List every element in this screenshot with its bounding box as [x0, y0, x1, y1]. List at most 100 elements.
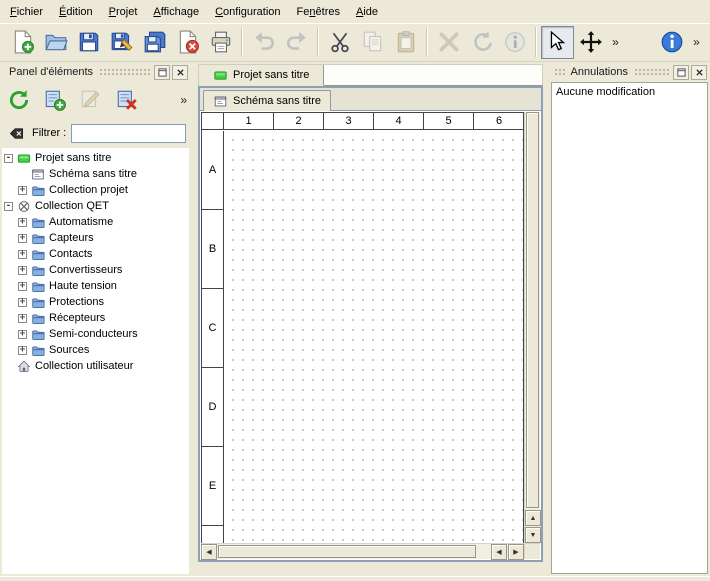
menu-windows[interactable]: Fenêtres [289, 0, 348, 23]
menu-edit[interactable]: Édition [51, 0, 101, 23]
tree-item-collection-utilisateur[interactable]: Collection utilisateur [2, 358, 189, 374]
schema-icon [213, 95, 228, 108]
save-as-button[interactable] [105, 26, 138, 59]
delete-element-button[interactable] [112, 85, 142, 115]
column-label-6: 6 [474, 113, 524, 129]
save-all-button[interactable] [138, 26, 171, 59]
plus-expander-icon[interactable]: + [18, 298, 27, 307]
elements-toolbar-overflow[interactable]: » [177, 93, 189, 107]
scissors-icon [328, 30, 352, 54]
tree-item-label: Contacts [49, 248, 92, 260]
select-tool-button[interactable] [541, 26, 574, 59]
tree-item-automatisme[interactable]: +Automatisme [2, 214, 189, 230]
schema-tab[interactable]: Schéma sans titre [203, 90, 331, 111]
column-ruler: 123456 [202, 113, 523, 130]
open-project-button[interactable] [39, 26, 72, 59]
plus-expander-icon[interactable]: + [18, 186, 27, 195]
minus-expander-icon[interactable]: - [4, 154, 13, 163]
help-overflow-button[interactable]: » [688, 26, 704, 59]
undo-arrow-icon [252, 30, 276, 54]
scroll-left-button-2[interactable]: ◀ [491, 544, 507, 560]
project-tab[interactable]: Projet sans titre [199, 65, 324, 86]
menu-project[interactable]: Projet [101, 0, 146, 23]
horizontal-scrollbar[interactable]: ◀ ◀ ▶ [201, 543, 524, 559]
menu-file[interactable]: Fichier [2, 0, 51, 23]
tree-item-convertisseurs[interactable]: +Convertisseurs [2, 262, 189, 278]
folder-blue-icon [31, 344, 45, 357]
tree-item-protections[interactable]: +Protections [2, 294, 189, 310]
reload-collections-button[interactable] [4, 85, 34, 115]
column-label-3: 3 [324, 113, 374, 129]
tree-item-haute-tension[interactable]: +Haute tension [2, 278, 189, 294]
scroll-up-button[interactable]: ▲ [525, 510, 541, 526]
close-x-icon [695, 68, 704, 77]
dock-grip[interactable] [553, 67, 566, 77]
clear-filter-button[interactable] [5, 123, 27, 143]
plus-expander-icon[interactable]: + [18, 234, 27, 243]
plus-expander-icon[interactable]: + [18, 218, 27, 227]
tree-item-sources[interactable]: +Sources [2, 342, 189, 358]
tree-item-collection-qet[interactable]: -Collection QET [2, 198, 189, 214]
tree-item-contacts[interactable]: + Contacts [2, 246, 189, 262]
new-element-button[interactable] [40, 85, 70, 115]
about-qet-button[interactable] [655, 26, 688, 59]
plus-expander-icon[interactable]: + [18, 330, 27, 339]
move-cross-icon [579, 30, 603, 54]
minus-expander-icon[interactable]: - [4, 202, 13, 211]
vertical-scrollbar[interactable]: ▲ ▼ [524, 112, 540, 543]
diagram-canvas[interactable] [224, 131, 523, 543]
float-panel-button[interactable] [154, 65, 170, 80]
plus-expander-icon[interactable]: + [18, 250, 27, 259]
filter-row: Filtrer : [0, 120, 191, 146]
delete-x-icon [437, 30, 461, 54]
tree-item-schema-sans-titre[interactable]: Schéma sans titre [2, 166, 189, 182]
float-window-icon [158, 68, 167, 77]
close-file-button[interactable] [171, 26, 204, 59]
tree-item-collection-projet[interactable]: +Collection projet [2, 182, 189, 198]
dock-grip[interactable] [98, 67, 152, 77]
float-undo-panel-button[interactable] [673, 65, 689, 80]
project-window: Schéma sans titre 123456 ABCDE ▲ ▼ [198, 86, 543, 562]
menu-settings[interactable]: Configuration [207, 0, 288, 23]
save-button[interactable] [72, 26, 105, 59]
clipboard-icon [394, 30, 418, 54]
filter-input[interactable] [71, 124, 186, 143]
vscroll-thumb[interactable] [526, 112, 539, 508]
home-icon [17, 360, 31, 373]
menu-help[interactable]: Aide [348, 0, 386, 23]
close-undo-panel-button[interactable] [691, 65, 707, 80]
plus-expander-icon[interactable]: + [18, 346, 27, 355]
tree-item-capteurs[interactable]: +Capteurs [2, 230, 189, 246]
scroll-down-button[interactable]: ▼ [525, 527, 541, 543]
hscroll-thumb[interactable] [218, 545, 476, 558]
scroll-right-button[interactable]: ▶ [508, 544, 524, 560]
undo-panel-titlebar[interactable]: Annulations [549, 62, 710, 80]
tree-item-recepteurs[interactable]: +Récepteurs [2, 310, 189, 326]
menu-view[interactable]: Affichage [145, 0, 207, 23]
plus-expander-icon[interactable]: + [18, 314, 27, 323]
file-close-icon [176, 30, 200, 54]
new-document-button[interactable] [6, 26, 39, 59]
pan-tool-button[interactable] [574, 26, 607, 59]
plus-expander-icon[interactable]: + [18, 282, 27, 291]
undo-list[interactable]: Aucune modification [551, 82, 708, 574]
dock-grip[interactable] [633, 67, 671, 77]
folder-blue-icon [31, 184, 45, 197]
tree-item-semi-conducteurs[interactable]: +Semi-conducteurs [2, 326, 189, 342]
tree-item-projet-sans-titre[interactable]: -Projet sans titre [2, 150, 189, 166]
folder-blue-icon [31, 328, 45, 341]
undo-empty-text: Aucune modification [556, 86, 703, 98]
main-overflow-button[interactable]: » [607, 26, 623, 59]
row-label-A: A [202, 131, 223, 210]
close-panel-button[interactable] [172, 65, 188, 80]
scroll-left-button[interactable]: ◀ [201, 544, 217, 560]
folder-open-icon [44, 30, 68, 54]
print-button[interactable] [204, 26, 237, 59]
toolbar-separator [241, 27, 243, 57]
cut-button[interactable] [323, 26, 356, 59]
elements-panel-titlebar[interactable]: Panel d'éléments [0, 62, 191, 80]
schema-tabbar: Schéma sans titre [200, 88, 541, 111]
overflow-chevron-icon: » [693, 35, 699, 49]
floppy-icon [77, 30, 101, 54]
plus-expander-icon[interactable]: + [18, 266, 27, 275]
